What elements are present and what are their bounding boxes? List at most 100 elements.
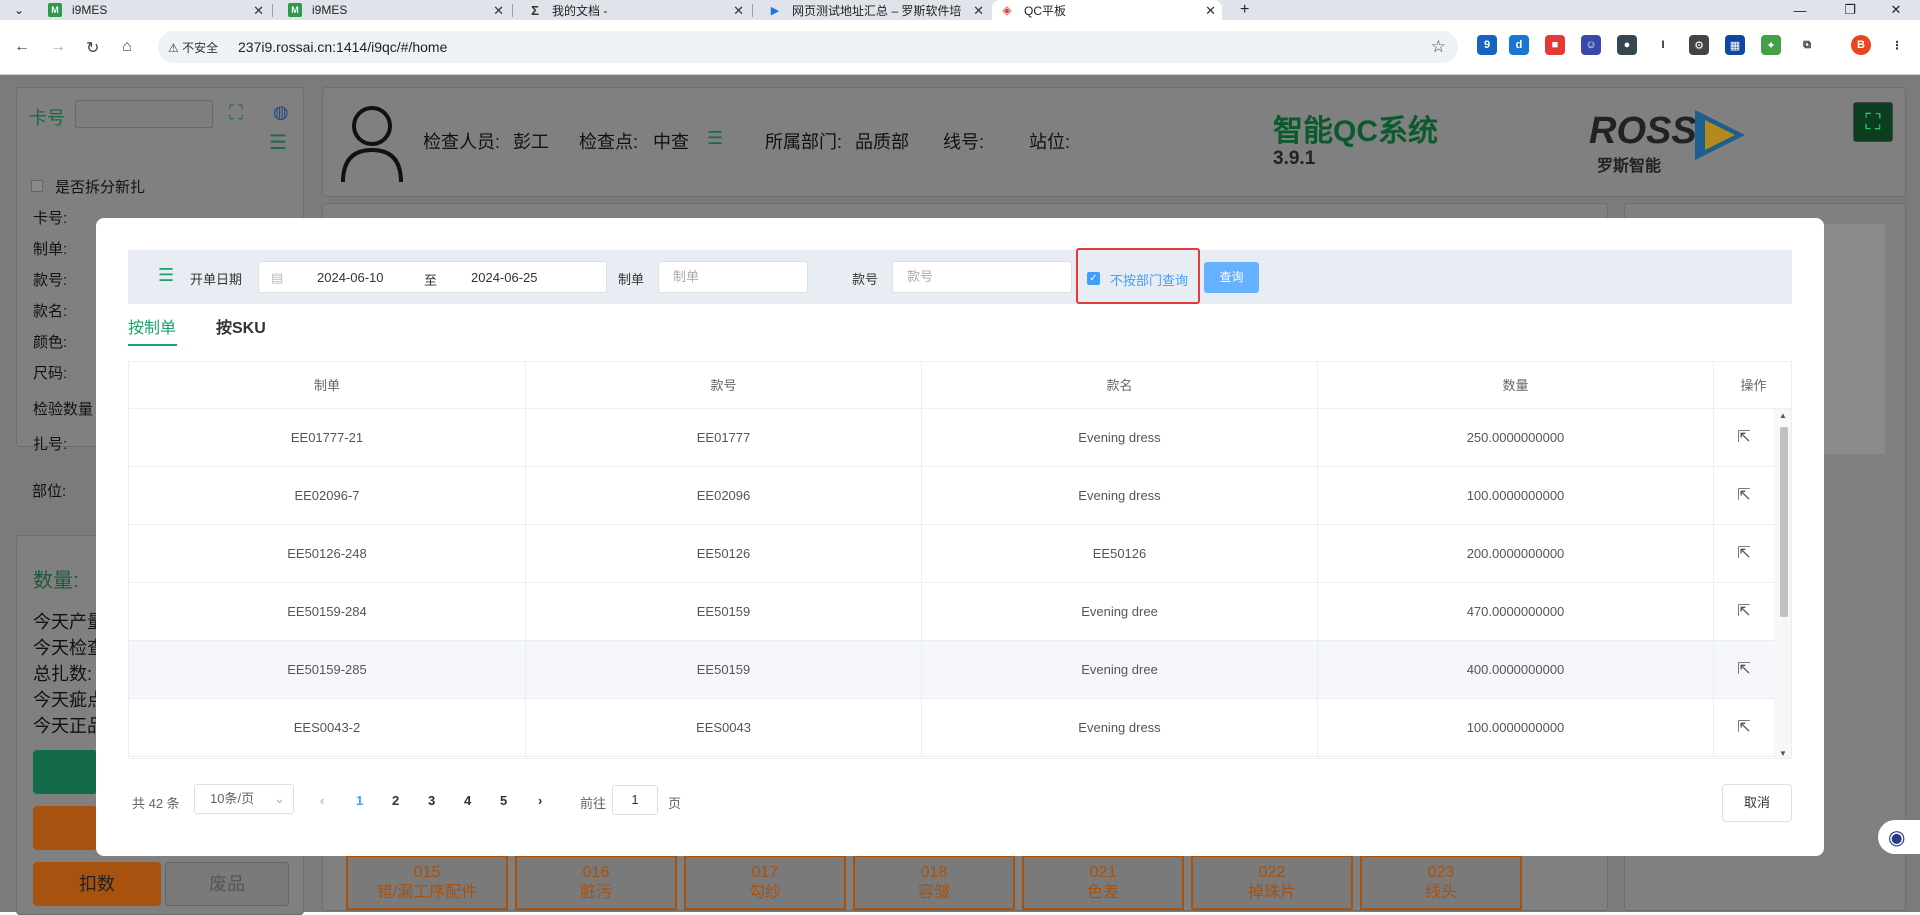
close-icon[interactable]: ✕ <box>493 3 504 19</box>
date-separator: 至 <box>424 273 438 288</box>
fullscreen-button[interactable]: ⛶ <box>1853 102 1893 142</box>
goto-page-input[interactable]: 1 <box>612 785 658 815</box>
puzzle-icon[interactable]: ⧉ <box>1797 35 1817 55</box>
extension-chat-icon[interactable]: ● <box>1617 35 1637 55</box>
restore-button[interactable]: ❐ <box>1830 0 1870 20</box>
date-start[interactable]: 2024-06-10 <box>317 270 384 285</box>
next-page-icon[interactable]: › <box>538 793 542 808</box>
globe-icon[interactable]: ◍ <box>273 102 289 123</box>
page-4[interactable]: 4 <box>464 793 471 808</box>
tab-by-sku[interactable]: 按SKU <box>216 314 266 338</box>
table-header: 制单 款号 款名 数量 操作 <box>129 362 1791 409</box>
scan-icon[interactable]: ⛶ <box>229 102 243 125</box>
select-row-icon[interactable]: ⇱ <box>1714 641 1774 699</box>
reload-icon[interactable]: ↻ <box>86 38 99 58</box>
orange-action-button[interactable] <box>33 806 97 850</box>
checkbox-checked-icon[interactable]: ✓ <box>1087 272 1100 285</box>
defect-022[interactable]: 022 掉珠片 <box>1191 855 1353 910</box>
play-icon: ▶ <box>770 4 780 17</box>
page-size-select[interactable]: 10条/页 ⌄ <box>194 784 294 814</box>
close-icon[interactable]: ✕ <box>253 3 264 19</box>
order-table: 制单 款号 款名 数量 操作 EE01777-21 EE01777 Evenin… <box>128 361 1792 759</box>
profile-avatar[interactable]: B <box>1851 35 1871 55</box>
select-row-icon[interactable]: ⇱ <box>1714 525 1774 583</box>
page-1[interactable]: 1 <box>356 793 363 808</box>
station-label: 站位: <box>1029 132 1071 152</box>
close-icon[interactable]: ✕ <box>973 3 984 19</box>
card-input[interactable] <box>75 100 213 128</box>
no-dept-checkbox-label[interactable]: 不按部门查询 <box>1110 270 1188 289</box>
extension-box-icon[interactable]: ■ <box>1545 35 1565 55</box>
select-row-icon[interactable]: ⇱ <box>1714 583 1774 641</box>
new-tab-button[interactable]: + <box>1232 0 1260 20</box>
defect-015[interactable]: 015 错/漏工序配件 <box>346 855 508 910</box>
deduct-button[interactable]: 扣数 <box>33 862 161 906</box>
extension-i-icon[interactable]: I <box>1653 35 1673 55</box>
table-scrollbar[interactable]: ▲ ▼ <box>1774 409 1791 758</box>
dept-value: 品质部 <box>855 132 909 152</box>
table-row[interactable]: EE50159-284 EE50159 Evening dree 470.000… <box>129 583 1791 641</box>
date-end[interactable]: 2024-06-25 <box>471 270 538 285</box>
select-row-icon[interactable]: ⇱ <box>1714 699 1774 757</box>
menu-dots-icon[interactable]: ⋮ <box>1887 35 1907 55</box>
green-action-button[interactable] <box>33 750 97 794</box>
page-3[interactable]: 3 <box>428 793 435 808</box>
close-icon[interactable]: ✕ <box>733 3 744 19</box>
defect-021[interactable]: 021 色差 <box>1022 855 1184 910</box>
no-dept-checkbox-highlight[interactable]: ✓ 不按部门查询 <box>1076 248 1200 304</box>
scrap-button[interactable]: 废品 <box>165 862 289 906</box>
extension-face-icon[interactable]: ☺ <box>1581 35 1601 55</box>
table-row[interactable]: EE01777-21 EE01777 Evening dress 250.000… <box>129 409 1791 467</box>
query-button[interactable]: 查询 <box>1204 262 1259 293</box>
tab-list-button[interactable]: ⌄ <box>6 0 34 20</box>
defect-016[interactable]: 016 脏污 <box>515 855 677 910</box>
browser-tab-5[interactable]: ◈ QC平板 ✕ <box>992 0 1222 20</box>
close-icon[interactable]: ✕ <box>1205 3 1216 19</box>
browser-tab-2[interactable]: M i9MES ✕ <box>280 0 510 20</box>
fullscreen-icon: ⛶ <box>1865 109 1881 134</box>
page-2[interactable]: 2 <box>392 793 399 808</box>
extension-puzzle-color-icon[interactable]: ✦ <box>1761 35 1781 55</box>
browser-tab-3[interactable]: Σ 我的文档 - ✕ <box>520 0 750 20</box>
url-text: 237i9.rossai.cn:1414/i9qc/#/home <box>238 39 448 55</box>
star-icon[interactable]: ☆ <box>1431 37 1446 57</box>
list-icon[interactable]: ☰ <box>707 128 723 149</box>
table-row[interactable]: EE50126-248 EE50126 EE50126 200.00000000… <box>129 525 1791 583</box>
assistant-float-button[interactable]: ◉ <box>1878 820 1920 854</box>
select-row-icon[interactable]: ⇱ <box>1714 467 1774 525</box>
browser-tab-4[interactable]: ▶ 网页测试地址汇总 – 罗斯软件培 ✕ <box>760 0 990 20</box>
extension-grid-icon[interactable]: ▦ <box>1725 35 1745 55</box>
date-range-picker[interactable]: ▤ 2024-06-10 至 2024-06-25 <box>258 261 607 293</box>
defect-023[interactable]: 023 线头 <box>1360 855 1522 910</box>
forward-arrow-icon[interactable]: → <box>50 38 66 56</box>
page-5[interactable]: 5 <box>500 793 507 808</box>
home-icon[interactable]: ⌂ <box>122 38 132 56</box>
table-row[interactable]: EE02096-7 EE02096 Evening dress 100.0000… <box>129 467 1791 525</box>
minimize-button[interactable]: — <box>1780 0 1820 20</box>
list-icon[interactable]: ☰ <box>269 130 287 155</box>
system-title: 智能QC系统 <box>1273 115 1438 148</box>
select-row-icon[interactable]: ⇱ <box>1714 409 1774 467</box>
order-input[interactable]: 制单 <box>658 261 808 293</box>
table-row[interactable]: EE50159-285 EE50159 Evening dree 400.000… <box>129 641 1791 699</box>
cancel-button[interactable]: 取消 <box>1722 784 1792 822</box>
table-row[interactable]: EES0043-2 EES0043 Evening dress 100.0000… <box>129 699 1791 757</box>
defect-017[interactable]: 017 勾纱 <box>684 855 846 910</box>
defect-018[interactable]: 018 容皱 <box>853 855 1015 910</box>
back-arrow-icon[interactable]: ← <box>14 38 30 56</box>
extension-icon[interactable]: 9 <box>1477 35 1497 55</box>
style-input[interactable]: 款号 <box>892 261 1072 293</box>
prev-page-icon[interactable]: ‹ <box>320 793 324 808</box>
address-bar[interactable]: ⚠ 不安全 237i9.rossai.cn:1414/i9qc/#/home ☆ <box>158 31 1458 63</box>
scrollbar-thumb[interactable] <box>1780 427 1788 617</box>
scroll-up-icon[interactable]: ▲ <box>1779 411 1787 420</box>
close-window-button[interactable]: ✕ <box>1876 0 1916 20</box>
inspector-name: 彭工 <box>513 132 549 152</box>
tab-by-order[interactable]: 按制单 <box>128 314 176 338</box>
browser-toolbar: ← → ↻ ⌂ ⚠ 不安全 237i9.rossai.cn:1414/i9qc/… <box>0 20 1920 75</box>
extension-gear-icon[interactable]: ⚙ <box>1689 35 1709 55</box>
split-checkbox[interactable] <box>31 180 43 192</box>
browser-tab-1[interactable]: M i9MES ✕ <box>40 0 270 20</box>
extension-d-icon[interactable]: d <box>1509 35 1529 55</box>
scroll-down-icon[interactable]: ▼ <box>1779 749 1787 758</box>
